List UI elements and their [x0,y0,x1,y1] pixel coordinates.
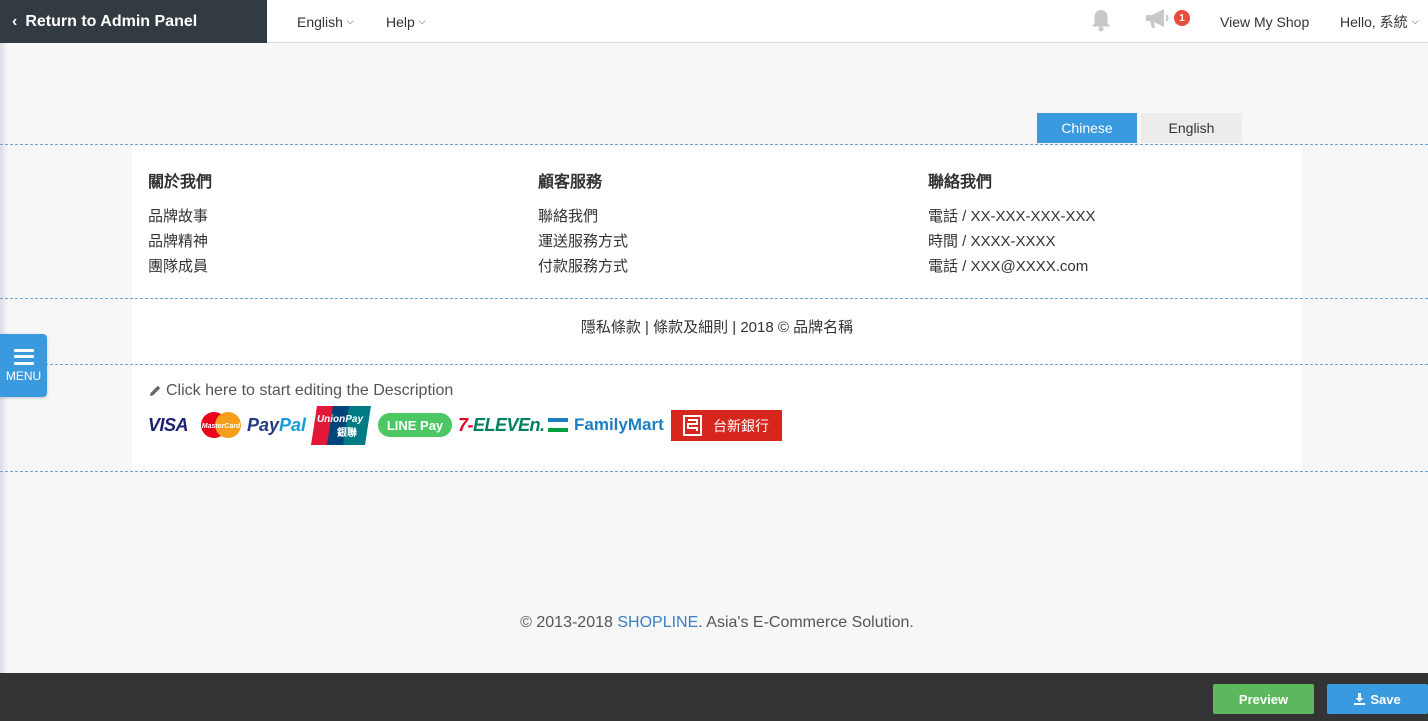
megaphone-icon[interactable] [1142,6,1172,32]
footer-link[interactable]: 團隊成員 [148,254,212,279]
copyright-text: © 2013-2018 SHOPLINE. Asia's E-Commerce … [0,614,1428,632]
hamburger-icon [13,348,34,365]
save-label: Save [1370,691,1401,707]
footer-column-service: 顧客服務 聯絡我們 運送服務方式 付款服務方式 [538,168,628,279]
footer-contact-info: 電話 / XX-XXX-XXX-XXX [928,208,1096,225]
footer-column-about: 關於我們 品牌故事 品牌精神 團隊成員 [148,168,212,279]
bell-icon[interactable] [1088,7,1114,33]
footer-link[interactable]: 付款服務方式 [538,254,628,279]
chevron-down-icon: ⌵ [346,16,354,26]
familymart-label: FamilyMart [574,415,664,434]
menu-button[interactable]: MENU [0,334,47,397]
paypal-logo: Pay Pal [247,405,306,445]
familymart-logo: FamilyMart [548,405,664,445]
language-dropdown[interactable]: English ⌵ [297,0,354,43]
tab-english[interactable]: English [1141,113,1242,143]
unionpay-card-icon: UnionPay 銀聯 [311,405,371,445]
footer-link[interactable]: 品牌精神 [148,229,212,254]
taishin-bank-icon: 台新銀行 [671,409,782,441]
copyright-prefix: © 2013-2018 [520,614,618,631]
footer-contact-info: 電話 / XXX@XXXX.com [928,258,1089,275]
shopline-link[interactable]: SHOPLINE [617,614,698,631]
familymart-stripe-icon [548,418,568,432]
preview-button[interactable]: Preview [1213,684,1314,714]
footer-contact-info: 時間 / XXXX-XXXX [928,233,1056,250]
seven-eleven-logo: 7- ELEVEn. [458,405,545,445]
footer-link[interactable]: 運送服務方式 [538,229,628,254]
taishin-label: 台新銀行 [713,419,769,435]
visa-logo: VISA [148,414,189,435]
download-icon [1354,693,1366,705]
language-dropdown-label: English [297,13,343,30]
save-button[interactable]: Save [1327,684,1428,714]
footer-link[interactable]: 聯絡我們 [538,204,628,229]
top-bar: ‹ Return to Admin Panel English ⌵ Help ⌵… [0,0,1428,43]
edit-description-text: Click here to start editing the Descript… [166,382,454,399]
seven-eleven-text: ELEVEn. [473,414,545,435]
footer-column-title: 關於我們 [148,174,213,191]
footer-column-contact: 聯絡我們 電話 / XX-XXX-XXX-XXX 時間 / XXXX-XXXX … [928,168,1096,279]
taishin-bank-logo: 台新銀行 [671,405,782,445]
legal-text: 隱私條款 | 條款及細則 | 2018 © 品牌名稱 [580,319,854,336]
user-greeting: Hello, 系統 [1340,13,1408,30]
footer-column-title: 顧客服務 [538,174,603,191]
unionpay-cn-label: 銀聯 [337,426,357,439]
edit-description-link[interactable]: Click here to start editing the Descript… [148,382,453,400]
linepay-badge-icon: LINE Pay [378,413,452,437]
return-to-admin-label: Return to Admin Panel [25,12,198,30]
unionpay-logo: UnionPay 銀聯 [311,405,371,445]
linepay-logo: LINE Pay [378,405,452,445]
mastercard-logo: MasterCard [200,405,242,445]
linepay-label: LINE Pay [387,418,444,433]
footer-column-title: 聯絡我們 [928,174,993,191]
user-menu-dropdown[interactable]: Hello, 系統 ⌵ [1340,0,1419,43]
pencil-icon [150,385,161,396]
mastercard-label: MasterCard [202,423,241,430]
chevron-down-icon: ⌵ [418,16,426,26]
tab-chinese[interactable]: Chinese [1037,113,1137,143]
seven-eleven-number: 7- [458,414,474,435]
chevron-left-icon: ‹ [12,12,18,30]
help-dropdown[interactable]: Help ⌵ [386,0,426,43]
mastercard-circles-icon: MasterCard [201,412,241,438]
view-my-shop-link[interactable]: View My Shop [1220,0,1309,43]
footer-link[interactable]: 品牌故事 [148,204,212,229]
return-to-admin-button[interactable]: ‹ Return to Admin Panel [0,0,267,43]
unionpay-label: UnionPay [317,414,364,425]
menu-label: MENU [5,368,42,383]
paypal-pay: Pay [247,414,280,435]
chevron-down-icon: ⌵ [1411,16,1419,26]
notification-badge: 1 [1174,10,1190,26]
footer-links-section[interactable] [132,145,1302,298]
section-divider [0,471,1428,472]
paypal-pal: Pal [279,414,307,435]
help-dropdown-label: Help [386,13,415,30]
copyright-suffix: . Asia's E-Commerce Solution. [698,614,914,631]
